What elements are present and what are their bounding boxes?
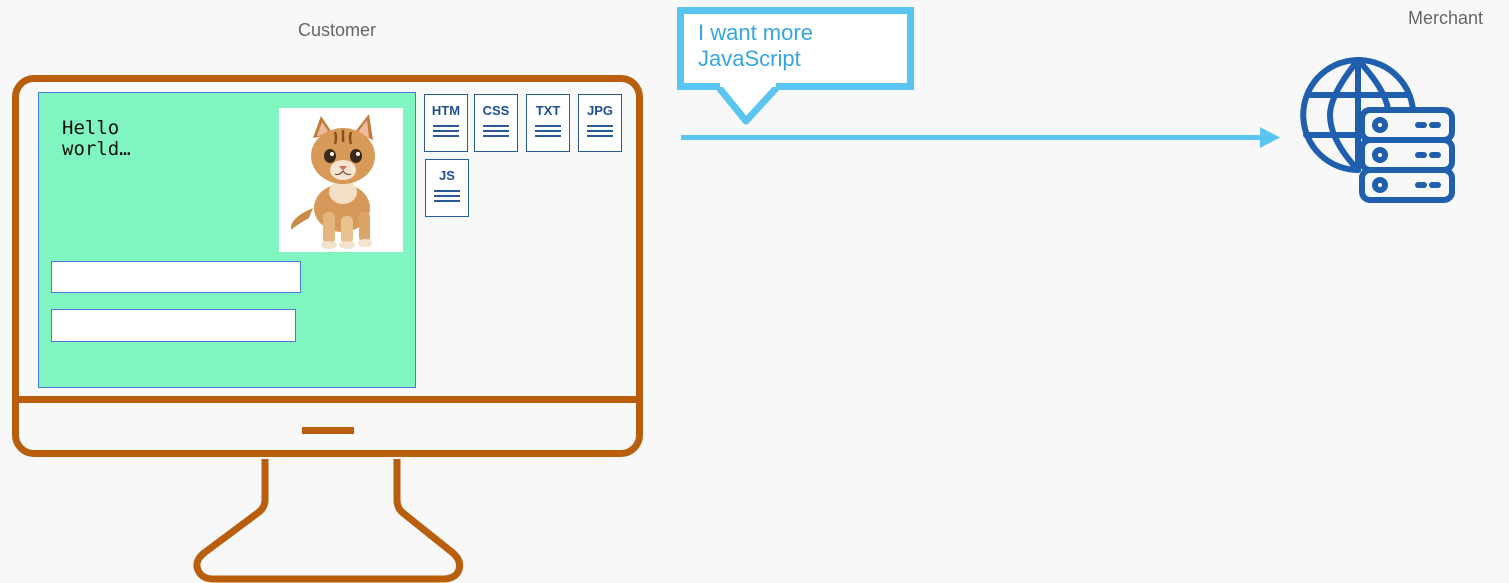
- file-txt-icon: TXT: [526, 94, 570, 152]
- file-type-label: JPG: [586, 103, 613, 118]
- file-htm-icon: HTM: [424, 94, 468, 152]
- monitor-power-button: [302, 427, 354, 434]
- monitor-bezel-divider: [12, 396, 643, 403]
- monitor-stand: [193, 459, 464, 583]
- text-input-2[interactable]: [51, 309, 296, 342]
- file-css-icon: CSS: [474, 94, 518, 152]
- file-type-label: CSS: [482, 103, 510, 118]
- file-type-label: TXT: [535, 103, 561, 118]
- file-type-label: HTM: [431, 103, 461, 118]
- file-js-icon: JS: [425, 159, 469, 217]
- request-arrow: [681, 135, 1266, 140]
- globe-server-icon: [1300, 57, 1455, 203]
- file-jpg-icon: JPG: [578, 94, 622, 152]
- text-input-1[interactable]: [51, 261, 301, 293]
- merchant-label: Merchant: [1408, 8, 1484, 28]
- customer-label: Customer: [298, 20, 377, 40]
- speech-bubble-tail: [713, 83, 783, 125]
- arrow-head: [1260, 127, 1280, 148]
- speech-bubble-text: I want more JavaScript: [698, 20, 813, 71]
- hello-world-text: Hello world…: [62, 117, 131, 160]
- kitten-image: [279, 108, 403, 252]
- file-type-label: JS: [439, 168, 455, 183]
